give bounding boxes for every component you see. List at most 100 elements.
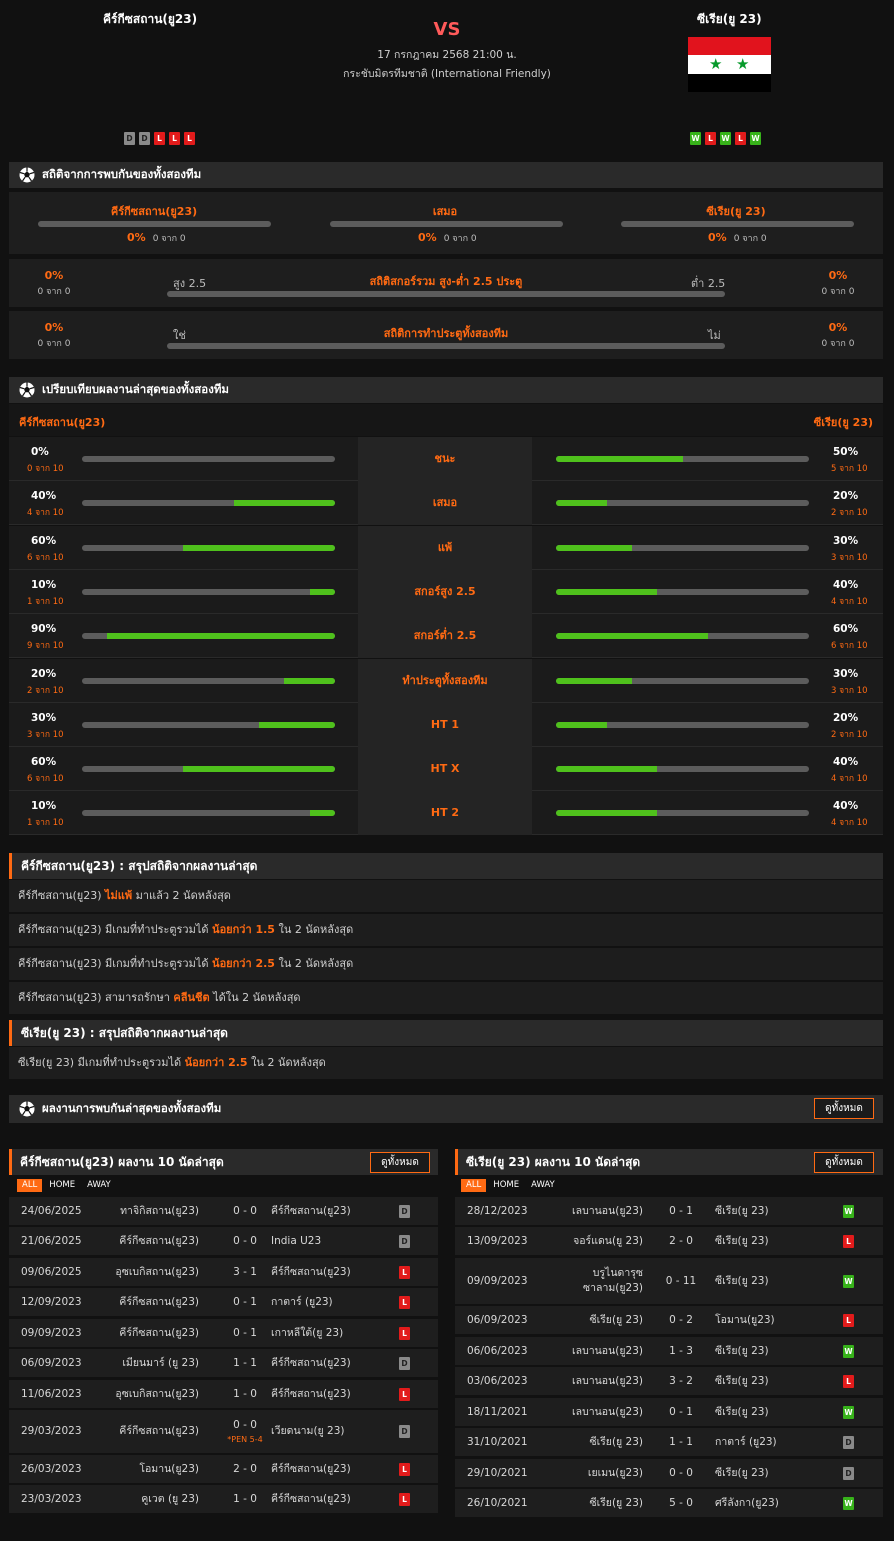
result-row[interactable]: 12/09/2023 คีร์กีซสถาน(ยู23) 0 - 1 กาตาร์…: [9, 1288, 438, 1316]
result-row[interactable]: 28/12/2023 เลบานอน(ยู23) 0 - 1 ซีเรีย(ยู …: [455, 1197, 883, 1225]
result-badge: L: [399, 1492, 410, 1506]
result-away-team[interactable]: คีร์กีซสถาน(ยู23): [271, 1455, 351, 1483]
result-home-team[interactable]: เลบานอน(ยู23): [572, 1197, 643, 1225]
result-score: 1 - 1: [669, 1436, 693, 1448]
result-home-team[interactable]: ซีเรีย(ยู 23): [589, 1489, 643, 1517]
result-row[interactable]: 26/10/2021 ซีเรีย(ยู 23) 5 - 0 ศรีลังกา(ย…: [455, 1489, 883, 1517]
compare-row: 40% 4 จาก 10 เสมอ 20% 2 จาก 10: [9, 481, 883, 526]
result-row[interactable]: 09/06/2025 อุซเบกิสถาน(ยู23) 3 - 1 คีร์กี…: [9, 1258, 438, 1286]
compare-row: 60% 6 จาก 10 แพ้ 30% 3 จาก 10: [9, 525, 883, 570]
result-home-team[interactable]: จอร์แดน(ยู 23): [573, 1227, 643, 1255]
result-badge: L: [843, 1313, 854, 1327]
result-row[interactable]: 31/10/2021 ซีเรีย(ยู 23) 1 - 1 กาตาร์ (ยู…: [455, 1428, 883, 1456]
result-home-team[interactable]: เลบานอน(ยู23): [572, 1367, 643, 1395]
home-percent: 40%: [31, 490, 57, 503]
result-away-team[interactable]: คีร์กีซสถาน(ยู23): [271, 1197, 351, 1225]
result-row[interactable]: 13/09/2023 จอร์แดน(ยู 23) 2 - 0 ซีเรีย(ยู…: [455, 1227, 883, 1255]
result-home-team[interactable]: เลบานอน(ยู23): [572, 1398, 643, 1426]
result-away-team[interactable]: กาตาร์ (ยู23): [271, 1288, 333, 1316]
result-home-team[interactable]: อุซเบกิสถาน(ยู23): [115, 1380, 199, 1408]
result-away-team[interactable]: กาตาร์ (ยู23): [715, 1428, 777, 1456]
result-away-team[interactable]: ซีเรีย(ยู 23): [715, 1367, 769, 1395]
away-team-name[interactable]: ซีเรีย(ยู 23): [697, 10, 762, 29]
away-view-all-button[interactable]: ดูทั้งหมด: [814, 1152, 874, 1173]
result-row[interactable]: 23/03/2023 คูเวต (ยู 23) 1 - 0 คีร์กีซสถา…: [9, 1485, 438, 1513]
result-home-team[interactable]: คูเวต (ยู 23): [141, 1485, 199, 1513]
result-date: 12/09/2023: [21, 1296, 82, 1308]
result-away-team[interactable]: คีร์กีซสถาน(ยู23): [271, 1258, 351, 1286]
result-date: 06/09/2023: [467, 1314, 528, 1326]
result-home-team[interactable]: อุซเบกิสถาน(ยู23): [115, 1258, 199, 1286]
stat-label: แพ้: [358, 525, 532, 570]
result-home-team[interactable]: คีร์กีซสถาน(ยู23): [119, 1227, 199, 1255]
result-home-team[interactable]: เมียนมาร์ (ยู 23): [122, 1349, 199, 1377]
result-row[interactable]: 21/06/2025 คีร์กีซสถาน(ยู23) 0 - 0 India …: [9, 1227, 438, 1255]
result-home-team[interactable]: ซีเรีย(ยู 23): [589, 1428, 643, 1456]
home-stat-fill: [309, 588, 335, 595]
result-away-team[interactable]: ซีเรีย(ยู 23): [715, 1398, 769, 1426]
soccer-ball-icon: [19, 1101, 35, 1117]
tab-all[interactable]: ALL: [17, 1179, 43, 1192]
result-away-team[interactable]: ซีเรีย(ยู 23): [715, 1197, 769, 1225]
result-away-team[interactable]: ซีเรีย(ยู 23): [715, 1337, 769, 1365]
summary-row: คีร์กีซสถาน(ยู23) มีเกมที่ทำประตูรวมได้ …: [9, 914, 883, 946]
result-away-team[interactable]: ศรีลังกา(ยู23): [715, 1489, 779, 1517]
tab-away[interactable]: AWAY: [526, 1179, 560, 1192]
result-row[interactable]: 26/03/2023 โอมาน(ยู23) 2 - 0 คีร์กีซสถาน(…: [9, 1455, 438, 1483]
result-row[interactable]: 06/06/2023 เลบานอน(ยู23) 1 - 3 ซีเรีย(ยู …: [455, 1337, 883, 1365]
result-away-team[interactable]: India U23: [271, 1227, 321, 1255]
away-stat-fill: [556, 588, 658, 595]
result-home-team[interactable]: บรูไนดารุซ ซาลาม(ยู23): [583, 1266, 643, 1296]
result-away-team[interactable]: เวียดนาม(ยู 23): [271, 1410, 345, 1453]
result-away-team[interactable]: เกาหลีใต้(ยู 23): [271, 1319, 343, 1347]
home-view-all-button[interactable]: ดูทั้งหมด: [370, 1152, 430, 1173]
home-percent: 10%: [31, 800, 57, 813]
result-home-team[interactable]: เยเมน(ยู23): [588, 1459, 643, 1487]
h2h-ou-panel: 0% 0 จาก 0 สูง 2.5 สถิติสกอร์รวม สูง-ต่ำ…: [9, 259, 883, 307]
away-percent: 40%: [833, 800, 859, 813]
result-row[interactable]: 06/09/2023 ซีเรีย(ยู 23) 0 - 2 โอมาน(ยู23…: [455, 1306, 883, 1334]
result-away-team[interactable]: คีร์กีซสถาน(ยู23): [271, 1349, 351, 1377]
result-away-team[interactable]: คีร์กีซสถาน(ยู23): [271, 1485, 351, 1513]
result-row[interactable]: 18/11/2021 เลบานอน(ยู23) 0 - 1 ซีเรีย(ยู …: [455, 1398, 883, 1426]
result-away-team[interactable]: ซีเรีย(ยู 23): [715, 1227, 769, 1255]
result-home-team[interactable]: โอมาน(ยู23): [139, 1455, 199, 1483]
result-away-team[interactable]: ซีเรีย(ยู 23): [715, 1459, 769, 1487]
h2h-view-all-button[interactable]: ดูทั้งหมด: [814, 1098, 874, 1119]
result-home-team[interactable]: ทาจิกิสถาน(ยู23): [120, 1197, 199, 1225]
h2h-draw-sub: 0 จาก 0: [443, 234, 477, 244]
away-percent: 60%: [833, 623, 859, 636]
result-away-team[interactable]: โอมาน(ยู23): [715, 1306, 775, 1334]
result-date: 21/06/2025: [21, 1235, 82, 1247]
tab-away[interactable]: AWAY: [82, 1179, 116, 1192]
tab-home[interactable]: HOME: [44, 1179, 80, 1192]
result-home-team[interactable]: คีร์กีซสถาน(ยู23): [119, 1410, 199, 1453]
result-score: 0 - 0 *PEN 5-4: [227, 1418, 263, 1444]
result-date: 09/09/2023: [21, 1327, 82, 1339]
result-home-team[interactable]: ซีเรีย(ยู 23): [589, 1306, 643, 1334]
result-badge: W: [843, 1274, 854, 1288]
result-row[interactable]: 06/09/2023 เมียนมาร์ (ยู 23) 1 - 1 คีร์กี…: [9, 1349, 438, 1377]
compare-row: 10% 1 จาก 10 HT 2 40% 4 จาก 10: [9, 791, 883, 836]
result-badge: W: [843, 1405, 854, 1419]
result-away-team[interactable]: ซีเรีย(ยู 23): [715, 1258, 769, 1304]
result-row[interactable]: 29/03/2023 คีร์กีซสถาน(ยู23) 0 - 0 *PEN 5-…: [9, 1410, 438, 1453]
result-date: 13/09/2023: [467, 1235, 528, 1247]
result-home-team[interactable]: เลบานอน(ยู23): [572, 1337, 643, 1365]
result-row[interactable]: 09/09/2023 คีร์กีซสถาน(ยู23) 0 - 1 เกาหลี…: [9, 1319, 438, 1347]
result-home-team[interactable]: คีร์กีซสถาน(ยู23): [119, 1288, 199, 1316]
tab-home[interactable]: HOME: [488, 1179, 524, 1192]
result-date: 31/10/2021: [467, 1436, 528, 1448]
result-score: 0 - 1: [233, 1296, 257, 1308]
result-score: 3 - 1: [233, 1266, 257, 1278]
h2h-btts-panel: 0% 0 จาก 0 ใช่ สถิติการทำประตูทั้งสองทีม…: [9, 311, 883, 359]
result-row[interactable]: 03/06/2023 เลบานอน(ยู23) 3 - 2 ซีเรีย(ยู …: [455, 1367, 883, 1395]
result-row[interactable]: 24/06/2025 ทาจิกิสถาน(ยู23) 0 - 0 คีร์กีซ…: [9, 1197, 438, 1225]
tab-all[interactable]: ALL: [461, 1179, 487, 1192]
result-row[interactable]: 11/06/2023 อุซเบกิสถาน(ยู23) 1 - 0 คีร์กี…: [9, 1380, 438, 1408]
result-home-team[interactable]: คีร์กีซสถาน(ยู23): [119, 1319, 199, 1347]
home-stat-bar: [82, 633, 335, 640]
result-away-team[interactable]: คีร์กีซสถาน(ยู23): [271, 1380, 351, 1408]
result-row[interactable]: 29/10/2021 เยเมน(ยู23) 0 - 0 ซีเรีย(ยู 23…: [455, 1459, 883, 1487]
result-row[interactable]: 09/09/2023 บรูไนดารุซ ซาลาม(ยู23) 0 - 11 ซ…: [455, 1258, 883, 1304]
